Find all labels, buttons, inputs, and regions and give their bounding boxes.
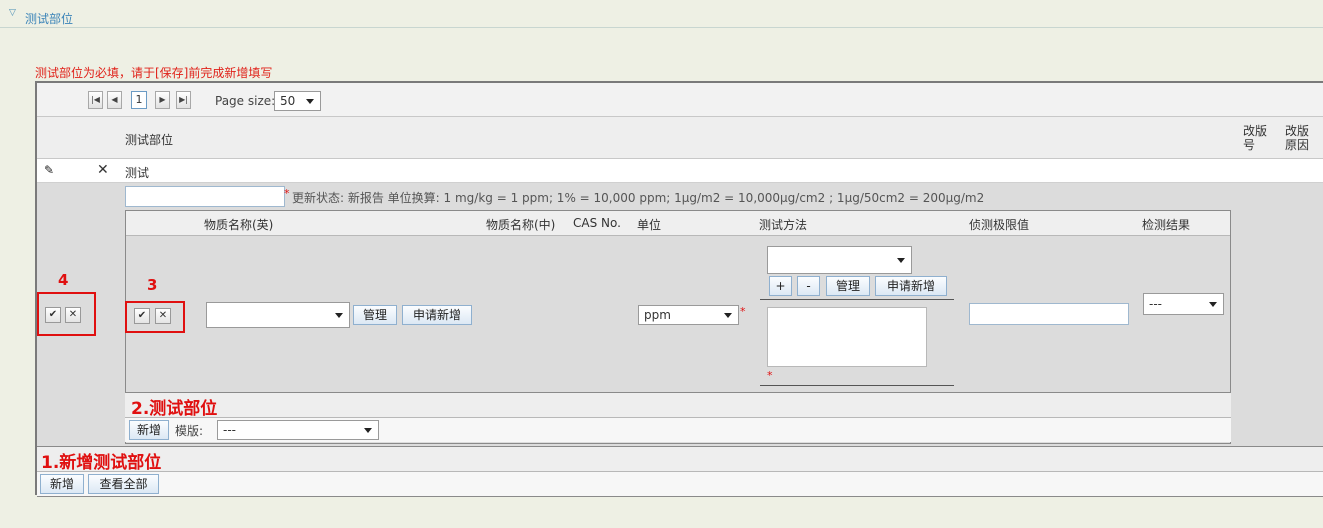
confirm-check-icon[interactable]: ✔ [45, 307, 61, 323]
template-select[interactable]: --- [217, 420, 379, 440]
dropdown-arrow-icon [1209, 302, 1217, 307]
result-value: --- [1149, 297, 1162, 311]
section-header[interactable]: ▽ 测试部位 [0, 0, 1323, 28]
method-remove-button[interactable]: - [797, 276, 820, 296]
unit-select[interactable]: ppm [638, 305, 739, 325]
header-cas: CAS No. [573, 216, 621, 230]
required-star: * [284, 187, 290, 200]
status-conversion-text: 更新状态: 新报告 单位换算: 1 mg/kg = 1 ppm; 1% = 10… [292, 191, 985, 205]
dropdown-arrow-icon [364, 428, 372, 433]
test-part-grid: |◀ ◀ 1 ▶ ▶| Page size: 50 测试部位 改版 号 改版 原… [35, 81, 1323, 497]
row-confirm-check-icon[interactable]: ✔ [134, 308, 150, 324]
required-star: * [767, 369, 773, 382]
column-header-rev-no-2: 号 [1243, 138, 1256, 152]
required-star: * [740, 305, 746, 318]
add-part-button[interactable]: 新增 [40, 474, 84, 494]
page-size-label: Page size: [215, 94, 276, 108]
page-size-value: 50 [280, 94, 296, 108]
dropdown-arrow-icon [724, 313, 732, 318]
table-row[interactable]: ✎ ✕ 测试 [37, 159, 1323, 183]
header-method: 测试方法 [759, 218, 808, 232]
method-add-button[interactable]: + [769, 276, 792, 296]
grid-footer: 新增 查看全部 [37, 472, 1323, 497]
section-title: 测试部位 [25, 12, 74, 26]
method-textarea[interactable] [767, 307, 927, 367]
header-name-cn: 物质名称(中) [486, 218, 556, 232]
manage-button[interactable]: 管理 [353, 305, 397, 325]
result-select[interactable]: --- [1143, 293, 1224, 315]
header-name-en: 物质名称(英) [204, 218, 274, 232]
first-page-icon[interactable]: |◀ [88, 91, 103, 109]
template-value: --- [223, 423, 236, 437]
annotation-label-1: 1.新增测试部位 [41, 453, 162, 473]
view-all-button[interactable]: 查看全部 [88, 474, 159, 494]
column-header-part: 测试部位 [125, 133, 174, 147]
method-divider [760, 299, 954, 300]
dropdown-arrow-icon [306, 99, 314, 104]
apply-new-button[interactable]: 申请新增 [402, 305, 472, 325]
annotation-number-4: 4 [58, 271, 69, 289]
grid-header-row: 测试部位 改版 号 改版 原因 [37, 117, 1323, 159]
subgrid-header-row: 物质名称(英) 物质名称(中) CAS No. 单位 测试方法 侦测极限值 检测… [126, 211, 1230, 236]
last-page-icon[interactable]: ▶| [176, 91, 191, 109]
header-unit: 单位 [637, 218, 662, 232]
subgrid-caption-bar: 2.测试部位 [125, 392, 1231, 419]
method-apply-new-button[interactable]: 申请新增 [875, 276, 947, 296]
dropdown-arrow-icon [897, 258, 905, 263]
header-result: 检测结果 [1142, 218, 1191, 232]
annotation-number-3-label: 3 [147, 276, 158, 294]
substance-name-select[interactable] [206, 302, 350, 328]
chevron-down-icon: ▽ [9, 8, 16, 18]
template-label: 模版: [175, 424, 204, 438]
column-header-rev-reason-2: 原因 [1285, 138, 1310, 152]
method-divider-bottom [760, 385, 954, 386]
method-manage-button[interactable]: 管理 [826, 276, 870, 296]
grid-caption-bar: 1.新增测试部位 [37, 446, 1323, 473]
subgrid-add-button[interactable]: 新增 [129, 420, 169, 440]
part-name-input[interactable] [125, 186, 285, 207]
dropdown-arrow-icon [335, 313, 343, 318]
edit-pencil-icon[interactable]: ✎ [44, 163, 54, 177]
delete-icon[interactable]: ✕ [97, 162, 109, 178]
required-warning: 测试部位为必填，请于[保存]前完成新增填写 [35, 66, 273, 80]
page-size-select[interactable]: 50 [274, 91, 321, 111]
page-number-input[interactable]: 1 [131, 91, 147, 109]
test-method-select[interactable] [767, 246, 912, 274]
row-cancel-x-icon[interactable]: ✕ [155, 308, 171, 324]
unit-value: ppm [644, 308, 671, 322]
next-page-icon[interactable]: ▶ [155, 91, 170, 109]
part-name-cell: 测试 [125, 166, 150, 180]
pager: |◀ ◀ 1 ▶ ▶| Page size: 50 [37, 83, 1323, 117]
subgrid-footer: 新增 模版: --- [125, 418, 1231, 442]
detection-limit-input[interactable] [969, 303, 1129, 325]
prev-page-icon[interactable]: ◀ [107, 91, 122, 109]
header-limit: 侦测极限值 [969, 218, 1030, 232]
cancel-x-icon[interactable]: ✕ [65, 307, 81, 323]
annotation-label-2: 2.测试部位 [131, 399, 218, 419]
